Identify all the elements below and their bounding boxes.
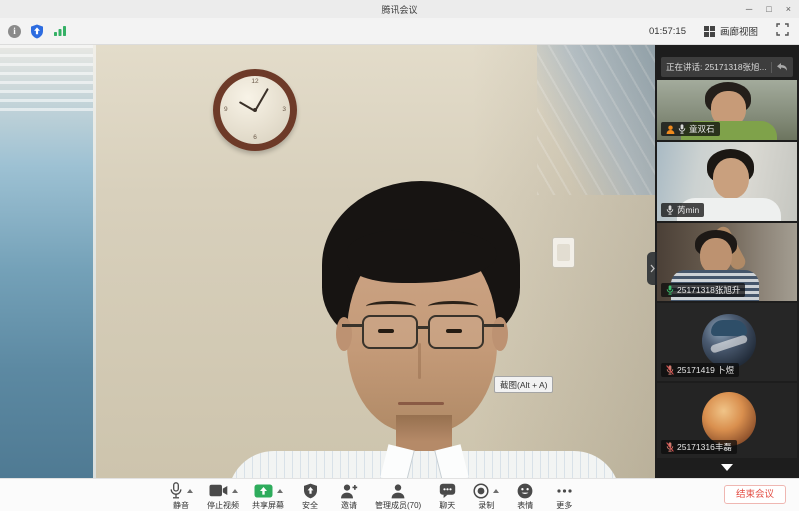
more-icon — [556, 483, 573, 499]
tencent-meeting-window: 腾讯会议 ─ □ × i 01:57:15 画廊视图 — [0, 0, 799, 511]
participant-video-2[interactable]: 芮min — [657, 142, 797, 221]
avatar — [702, 314, 756, 368]
video-options-caret[interactable] — [232, 489, 238, 493]
participant-name-tag: 25171318张旭升 — [661, 283, 745, 297]
invite-icon — [340, 483, 358, 499]
minimize-button[interactable]: ─ — [746, 5, 752, 14]
window-title: 腾讯会议 — [381, 3, 417, 16]
gallery-view-label: 画廊视图 — [720, 24, 758, 38]
participant-name: 25171419 卜煜 — [677, 366, 734, 375]
members-icon — [390, 483, 406, 499]
scroll-down-icon[interactable] — [721, 464, 733, 471]
participant-name-tag: 童双石 — [661, 122, 720, 136]
record-button[interactable]: 录制 — [473, 482, 499, 511]
status-toolbar: i 01:57:15 画廊视图 — [0, 18, 799, 45]
mic-on-icon — [678, 124, 686, 134]
network-signal-icon[interactable] — [53, 25, 67, 37]
wall-clock: 12 3 6 9 — [213, 69, 297, 151]
host-badge-icon — [666, 125, 675, 134]
screenshot-hotkey-tooltip: 截图(Alt + A) — [494, 376, 553, 393]
chat-icon — [439, 483, 456, 499]
security-button[interactable]: 安全 — [297, 482, 323, 511]
mute-button[interactable]: 静音 — [168, 482, 194, 511]
main-speaker-video: 12 3 6 9 截图(Alt + A) — [0, 45, 655, 478]
meeting-info-icon[interactable]: i — [8, 25, 21, 38]
participant-video-3[interactable]: 25171318张旭升 — [657, 223, 797, 301]
close-button[interactable]: × — [786, 5, 791, 14]
gallery-view-button[interactable]: 画廊视图 — [704, 24, 758, 38]
security-status-icon[interactable] — [30, 24, 44, 39]
microphone-icon — [169, 482, 183, 499]
fullscreen-icon[interactable] — [776, 23, 789, 39]
participant-video-5[interactable]: 25171316丰磊 — [657, 383, 797, 458]
mic-muted-icon — [666, 442, 674, 452]
more-button[interactable]: 更多 — [551, 482, 577, 511]
grid-view-icon — [704, 26, 715, 37]
active-speaker-label: 正在讲话: 25171318张旭... — [666, 61, 768, 73]
participant-name: 芮min — [677, 206, 699, 215]
emoji-icon — [517, 483, 533, 499]
mic-on-icon — [666, 205, 674, 215]
participant-name: 25171318张旭升 — [677, 286, 740, 295]
meeting-duration: 01:57:15 — [649, 26, 686, 37]
participant-name-tag: 芮min — [661, 203, 704, 217]
active-speaker-banner: 正在讲话: 25171318张旭... — [661, 57, 793, 77]
chat-button[interactable]: 聊天 — [434, 482, 460, 511]
security-shield-icon — [303, 483, 318, 499]
manage-members-button[interactable]: 管理成员(70) — [375, 482, 421, 511]
bottom-toolbar: 静音 停止视频 共享屏幕 安全 — [0, 478, 799, 511]
sidebar-collapse-handle[interactable] — [647, 252, 657, 285]
end-meeting-button[interactable]: 结束会议 — [724, 485, 786, 504]
participants-sidebar: 正在讲话: 25171318张旭... 童双石 芮m — [655, 45, 799, 478]
light-switch — [552, 237, 575, 268]
mic-muted-icon — [666, 365, 674, 375]
participant-name-tag: 25171316丰磊 — [661, 440, 737, 454]
chevron-right-icon — [650, 264, 655, 273]
emoji-button[interactable]: 表情 — [512, 482, 538, 511]
mic-speaking-icon — [666, 285, 674, 295]
restore-view-icon[interactable] — [776, 62, 788, 72]
share-screen-button[interactable]: 共享屏幕 — [252, 482, 284, 511]
participant-name: 童双石 — [689, 125, 715, 134]
participant-video-4[interactable]: 25171419 卜煜 — [657, 303, 797, 381]
record-icon — [473, 483, 489, 499]
window-controls: ─ □ × — [746, 0, 791, 18]
participant-name: 25171316丰磊 — [677, 443, 732, 452]
participant-video-1[interactable]: 童双石 — [657, 80, 797, 140]
invite-button[interactable]: 邀请 — [336, 482, 362, 511]
maximize-button[interactable]: □ — [766, 5, 771, 14]
stop-video-button[interactable]: 停止视频 — [207, 482, 239, 511]
share-options-caret[interactable] — [277, 489, 283, 493]
avatar — [702, 392, 756, 446]
record-options-caret[interactable] — [493, 489, 499, 493]
mute-options-caret[interactable] — [187, 489, 193, 493]
title-bar: 腾讯会议 ─ □ × — [0, 0, 799, 18]
camera-icon — [209, 484, 228, 497]
participant-name-tag: 25171419 卜煜 — [661, 363, 739, 377]
share-screen-icon — [254, 484, 273, 498]
